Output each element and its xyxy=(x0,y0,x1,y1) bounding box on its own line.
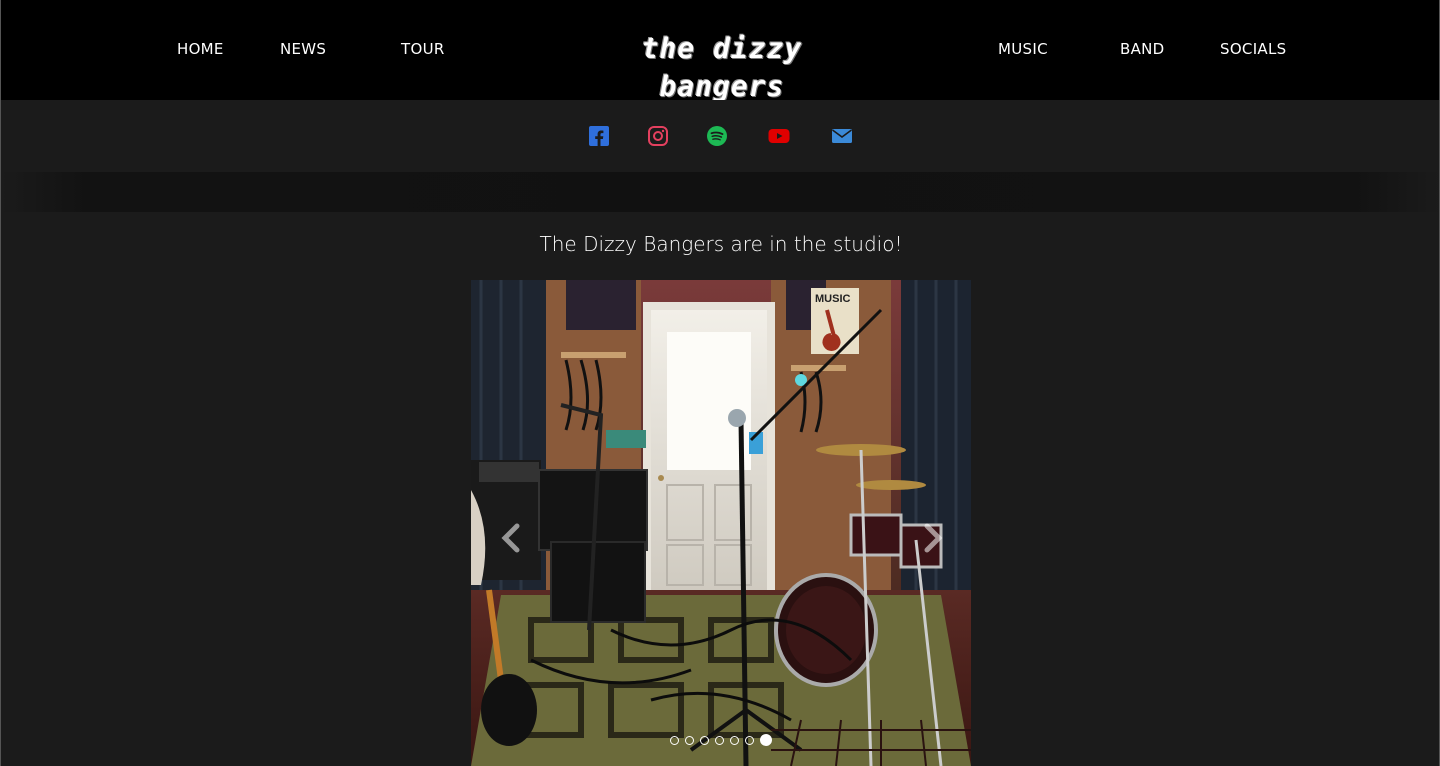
divider-band xyxy=(1,172,1439,212)
band-logo[interactable]: the dizzy bangers xyxy=(605,30,839,103)
carousel-next-icon[interactable] xyxy=(917,518,947,558)
carousel-indicator-dot[interactable] xyxy=(700,735,709,745)
youtube-icon[interactable] xyxy=(768,125,790,147)
photo-carousel[interactable]: MUSIC xyxy=(471,280,971,766)
carousel-indicator-dot[interactable] xyxy=(745,735,754,745)
nav-socials[interactable]: SOCIALS xyxy=(1220,40,1286,58)
carousel-indicator-dot[interactable] xyxy=(670,735,679,745)
facebook-icon[interactable] xyxy=(588,125,610,147)
email-icon[interactable] xyxy=(831,125,853,147)
svg-text:MUSIC: MUSIC xyxy=(815,293,851,305)
nav-band[interactable]: BAND xyxy=(1120,40,1165,58)
studio-photo: MUSIC xyxy=(471,280,971,766)
spotify-icon[interactable] xyxy=(706,125,728,147)
page: HOME NEWS TOUR the dizzy bangers MUSIC B… xyxy=(0,0,1440,766)
nav-news[interactable]: NEWS xyxy=(280,40,326,58)
instagram-icon[interactable] xyxy=(647,125,669,147)
carousel-indicator-dot[interactable] xyxy=(760,734,772,746)
social-links xyxy=(1,100,1439,172)
nav-music[interactable]: MUSIC xyxy=(998,40,1048,58)
carousel-indicators xyxy=(471,734,971,746)
carousel-indicator-dot[interactable] xyxy=(715,735,724,745)
carousel-prev-icon[interactable] xyxy=(497,518,527,558)
navbar: HOME NEWS TOUR the dizzy bangers MUSIC B… xyxy=(1,0,1439,103)
carousel-indicator-dot[interactable] xyxy=(685,735,694,745)
nav-home[interactable]: HOME xyxy=(177,40,224,58)
page-headline: The Dizzy Bangers are in the studio! xyxy=(539,232,903,256)
carousel-indicator-dot[interactable] xyxy=(730,735,739,745)
nav-tour[interactable]: TOUR xyxy=(401,40,445,58)
